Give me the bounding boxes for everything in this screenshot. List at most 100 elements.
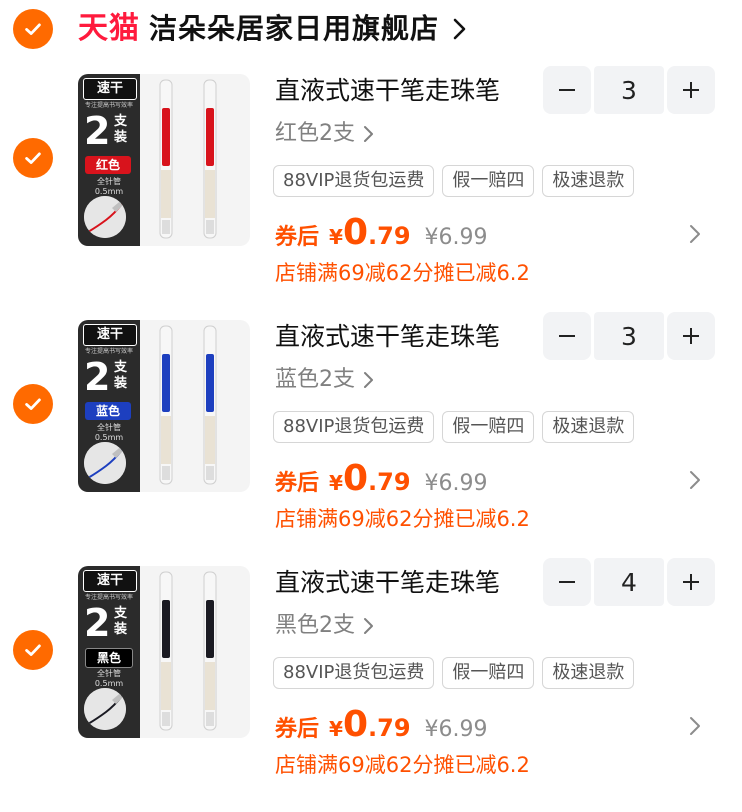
- pen-tip-closeup: [84, 688, 126, 730]
- pen-pair-image: [146, 324, 246, 488]
- price-integer: 0: [342, 212, 368, 253]
- price-decimal: .79: [368, 714, 411, 742]
- increase-quantity-button[interactable]: [667, 312, 715, 360]
- plus-icon: [683, 82, 699, 98]
- checkmark-icon: [25, 398, 41, 410]
- product-title[interactable]: 直液式速干笔走珠笔: [275, 320, 500, 354]
- chevron-right-icon[interactable]: [688, 714, 702, 738]
- plus-icon: [683, 574, 699, 590]
- price-row: 券后 ¥ 0 .79 ¥6.99: [275, 457, 488, 501]
- service-tag: 假一赔四: [442, 165, 535, 197]
- quantity-value[interactable]: 3: [594, 312, 664, 360]
- package-unit: 支装: [114, 606, 128, 637]
- cart-item: 速干 专注提高书写效率 2 支装 红色 全针管 0.5mm 直液式速干笔走珠笔 …: [0, 66, 742, 320]
- currency-symbol: ¥: [329, 225, 343, 249]
- package-unit: 支装: [114, 360, 128, 391]
- decrease-quantity-button[interactable]: [543, 312, 591, 360]
- discount-detail[interactable]: 店铺满69减62分摊已减6.2: [275, 504, 530, 534]
- service-tag: 88VIP退货包运费: [273, 411, 435, 443]
- decrease-quantity-button[interactable]: [543, 558, 591, 606]
- pen-pair-image: [146, 78, 246, 242]
- checkmark-icon: [25, 152, 41, 164]
- variant-selector[interactable]: 蓝色2支: [275, 365, 375, 395]
- variant-label: 蓝色2支: [275, 367, 355, 392]
- product-thumbnail[interactable]: 速干 专注提高书写效率 2 支装 红色 全针管 0.5mm: [78, 74, 250, 246]
- package-color-label: 红色: [85, 156, 131, 174]
- package-card: 速干 专注提高书写效率 2 支装 蓝色 全针管 0.5mm: [78, 320, 140, 492]
- tmall-logo[interactable]: 天猫: [78, 10, 140, 48]
- package-tip-spec: 全针管 0.5mm: [94, 177, 124, 196]
- increase-quantity-button[interactable]: [667, 558, 715, 606]
- minus-icon: [559, 335, 575, 337]
- chevron-right-icon: [364, 372, 373, 388]
- store-name-link[interactable]: 洁朵朵居家日用旗舰店: [149, 10, 439, 48]
- price-row: 券后 ¥ 0 .79 ¥6.99: [275, 211, 488, 255]
- cart-item: 速干 专注提高书写效率 2 支装 黑色 全针管 0.5mm 直液式速干笔走珠笔 …: [0, 558, 742, 812]
- discount-detail[interactable]: 店铺满69减62分摊已减6.2: [275, 750, 530, 780]
- quantity-stepper: 3: [543, 66, 715, 114]
- discount-detail[interactable]: 店铺满69减62分摊已减6.2: [275, 258, 530, 288]
- chevron-right-icon[interactable]: [452, 16, 468, 42]
- service-tag: 假一赔四: [442, 657, 535, 689]
- decrease-quantity-button[interactable]: [543, 66, 591, 114]
- coupon-price-label: 券后: [275, 471, 320, 496]
- service-tags: 88VIP退货包运费 假一赔四 极速退款: [273, 411, 635, 443]
- plus-icon: [683, 328, 699, 344]
- service-tag: 88VIP退货包运费: [273, 657, 435, 689]
- package-tip-spec: 全针管 0.5mm: [94, 423, 124, 442]
- package-card: 速干 专注提高书写效率 2 支装 黑色 全针管 0.5mm: [78, 566, 140, 738]
- price-decimal: .79: [368, 222, 411, 250]
- pen-pair-image: [146, 570, 246, 734]
- item-select-checkbox[interactable]: [13, 630, 53, 670]
- product-thumbnail[interactable]: 速干 专注提高书写效率 2 支装 蓝色 全针管 0.5mm: [78, 320, 250, 492]
- checkmark-icon: [25, 23, 41, 35]
- item-select-checkbox[interactable]: [13, 138, 53, 178]
- minus-icon: [559, 89, 575, 91]
- package-top-label: 速干: [83, 78, 137, 100]
- package-top-label: 速干: [83, 570, 137, 592]
- chevron-right-icon[interactable]: [688, 468, 702, 492]
- product-title[interactable]: 直液式速干笔走珠笔: [275, 566, 500, 600]
- package-top-label: 速干: [83, 324, 137, 346]
- original-price: ¥6.99: [424, 717, 488, 742]
- chevron-right-icon[interactable]: [688, 222, 702, 246]
- checkmark-icon: [25, 644, 41, 656]
- original-price: ¥6.99: [424, 225, 488, 250]
- quantity-stepper: 3: [543, 312, 715, 360]
- package-card: 速干 专注提高书写效率 2 支装 红色 全针管 0.5mm: [78, 74, 140, 246]
- quantity-value[interactable]: 3: [594, 66, 664, 114]
- product-title[interactable]: 直液式速干笔走珠笔: [275, 74, 500, 108]
- coupon-price-label: 券后: [275, 225, 320, 250]
- quantity-stepper: 4: [543, 558, 715, 606]
- service-tags: 88VIP退货包运费 假一赔四 极速退款: [273, 657, 635, 689]
- price-integer: 0: [342, 704, 368, 745]
- package-color-label: 黑色: [85, 648, 133, 668]
- variant-selector[interactable]: 黑色2支: [275, 611, 375, 641]
- variant-label: 黑色2支: [275, 613, 355, 638]
- package-tip-spec: 全针管 0.5mm: [94, 669, 124, 688]
- chevron-right-icon: [364, 618, 373, 634]
- store-select-checkbox[interactable]: [13, 9, 53, 49]
- package-count: 2: [84, 601, 111, 645]
- service-tag: 假一赔四: [442, 411, 535, 443]
- item-select-checkbox[interactable]: [13, 384, 53, 424]
- package-unit: 支装: [114, 114, 128, 145]
- product-thumbnail[interactable]: 速干 专注提高书写效率 2 支装 黑色 全针管 0.5mm: [78, 566, 250, 738]
- cart-item: 速干 专注提高书写效率 2 支装 蓝色 全针管 0.5mm 直液式速干笔走珠笔 …: [0, 312, 742, 566]
- service-tag: 极速退款: [542, 411, 635, 443]
- package-color-label: 蓝色: [85, 402, 131, 420]
- service-tag: 极速退款: [542, 657, 635, 689]
- quantity-value[interactable]: 4: [594, 558, 664, 606]
- price-integer: 0: [342, 458, 368, 499]
- price-row: 券后 ¥ 0 .79 ¥6.99: [275, 703, 488, 747]
- chevron-right-icon: [364, 126, 373, 142]
- coupon-price-label: 券后: [275, 717, 320, 742]
- pen-tip-closeup: [84, 196, 126, 238]
- variant-selector[interactable]: 红色2支: [275, 119, 375, 149]
- increase-quantity-button[interactable]: [667, 66, 715, 114]
- variant-label: 红色2支: [275, 121, 355, 146]
- minus-icon: [559, 581, 575, 583]
- currency-symbol: ¥: [329, 471, 343, 495]
- service-tag: 极速退款: [542, 165, 635, 197]
- original-price: ¥6.99: [424, 471, 488, 496]
